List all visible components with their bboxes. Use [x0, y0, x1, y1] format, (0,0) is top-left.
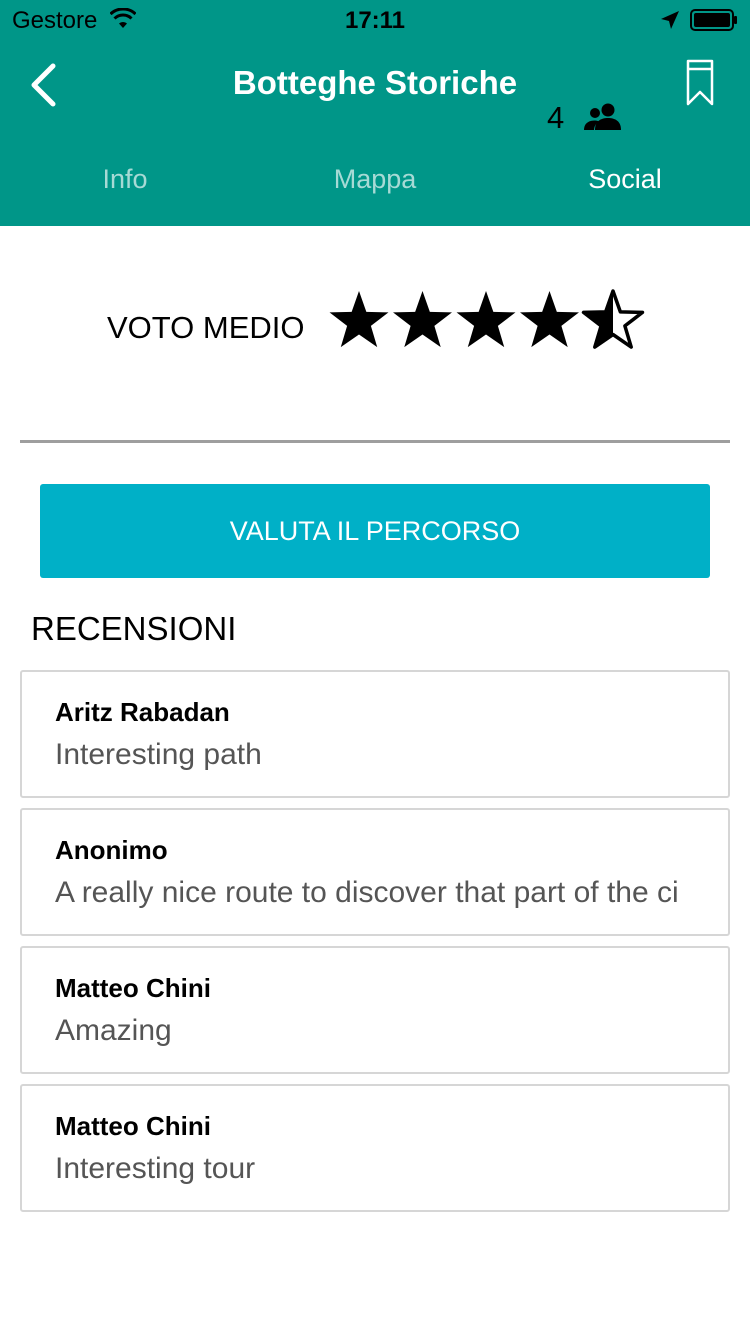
status-time: 17:11 [344, 7, 406, 34]
location-arrow-icon [661, 11, 679, 29]
rate-route-button[interactable]: VALUTA IL PERCORSO [40, 484, 710, 578]
reviews-section-title: RECENSIONI [31, 610, 237, 647]
status-bar: Gestore 17:11 [0, 0, 750, 40]
rating-stars [329, 289, 645, 349]
bookmark-icon[interactable] [682, 58, 718, 108]
review-card[interactable]: Aritz Rabadan Interesting path [20, 670, 730, 798]
average-rating: VOTO MEDIO [0, 280, 750, 380]
review-text: A really nice route to discover that par… [55, 876, 679, 909]
page-title: Botteghe Storiche [232, 64, 518, 101]
divider [20, 440, 730, 443]
review-card[interactable]: Matteo Chini Amazing [20, 946, 730, 1074]
review-card[interactable]: Anonimo A really nice route to discover … [20, 808, 730, 936]
tab-bar: Info Mappa Social [0, 150, 750, 210]
review-author: Anonimo [55, 835, 168, 865]
rating-count: 4 [547, 100, 565, 135]
star-full-icon [520, 291, 579, 348]
tab-social[interactable]: Social [500, 150, 750, 210]
review-text: Interesting tour [55, 1152, 256, 1185]
reviews-list: Aritz Rabadan Interesting path Anonimo A… [20, 670, 730, 1222]
review-text: Interesting path [55, 738, 262, 771]
battery-icon [690, 9, 737, 31]
review-author: Matteo Chini [55, 1111, 211, 1141]
review-text: Amazing [55, 1014, 172, 1047]
star-full-icon [329, 291, 389, 348]
people-icon [584, 103, 621, 130]
tab-info[interactable]: Info [0, 150, 250, 210]
rating-label: VOTO MEDIO [107, 310, 305, 345]
star-full-icon [456, 291, 516, 348]
tab-mappa[interactable]: Mappa [250, 150, 500, 210]
app-header: Gestore 17:11 Botteghe Storiche Info Map… [0, 0, 750, 226]
star-half-icon [581, 289, 645, 349]
review-author: Matteo Chini [55, 973, 211, 1003]
review-card[interactable]: Matteo Chini Interesting tour [20, 1084, 730, 1212]
review-author: Aritz Rabadan [55, 697, 230, 727]
star-full-icon [393, 291, 452, 348]
